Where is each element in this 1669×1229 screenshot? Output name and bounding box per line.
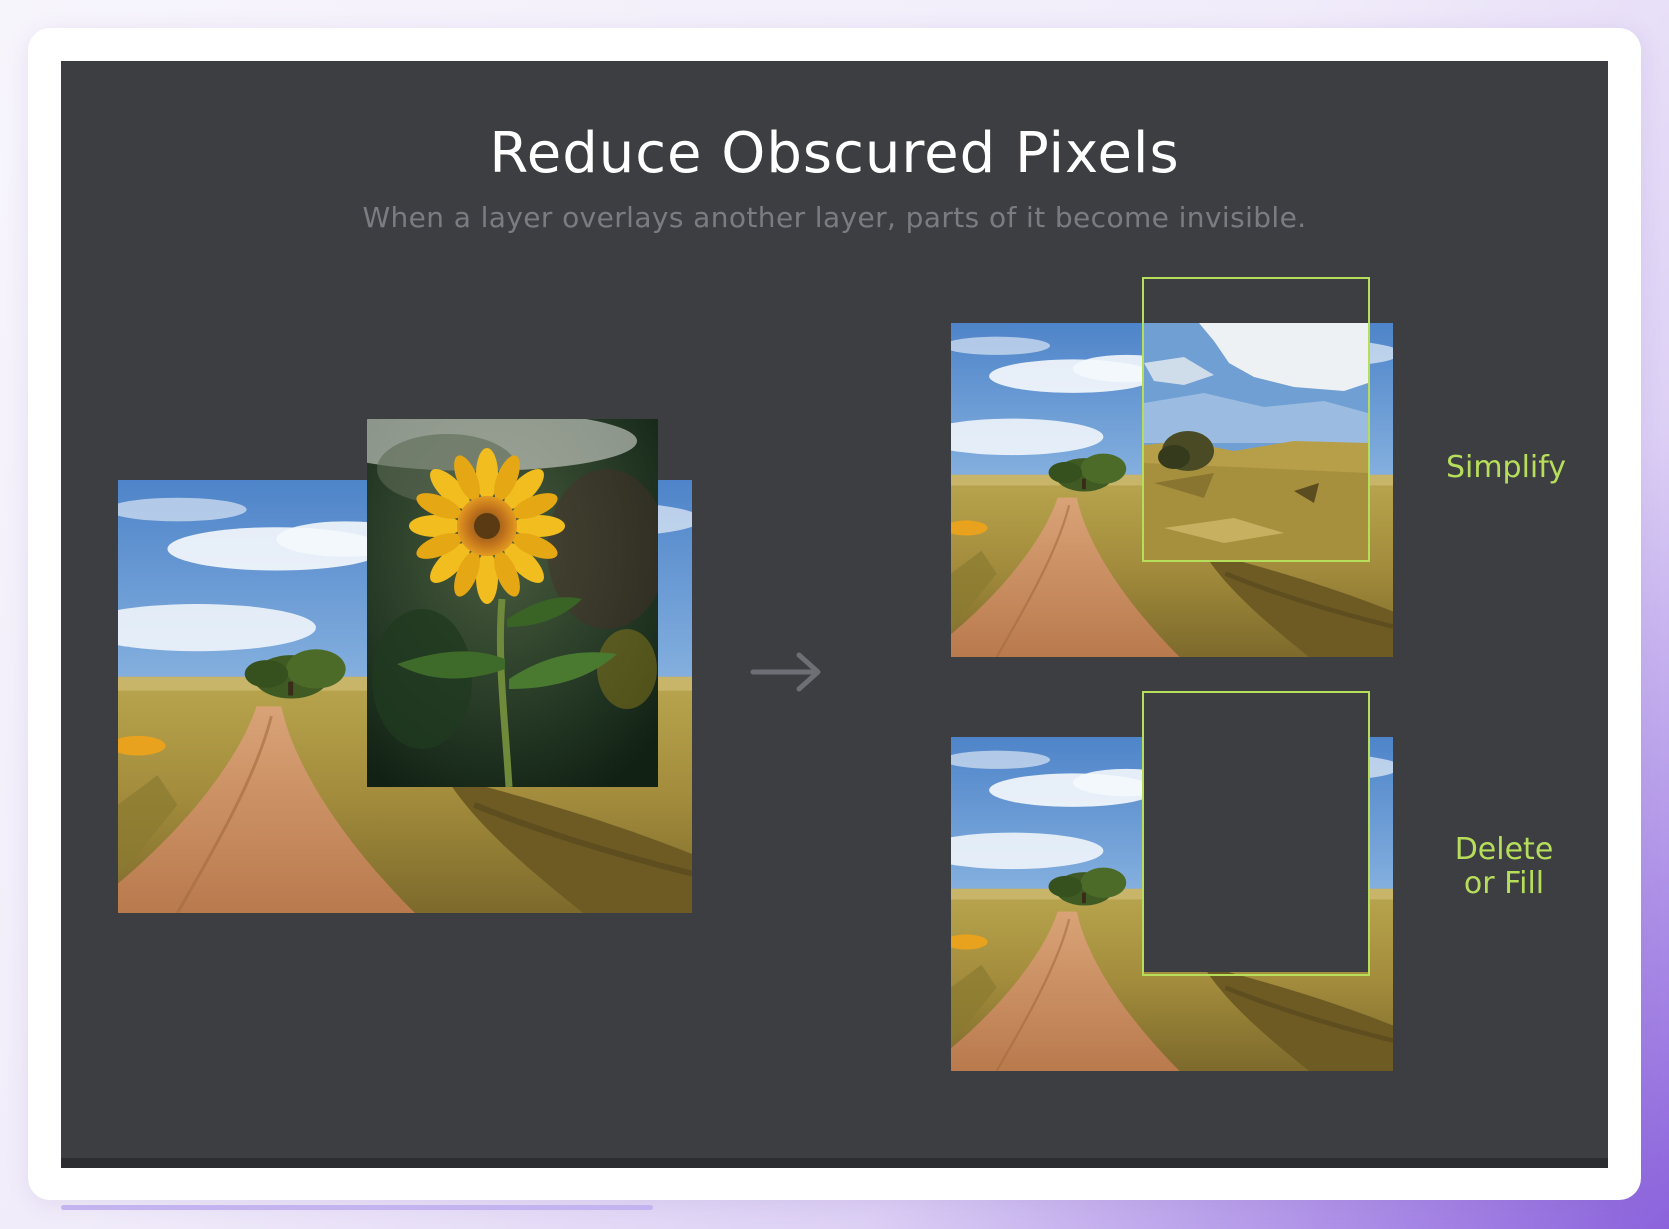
- arrow-right-icon: [750, 652, 821, 692]
- slide-subtitle: When a layer overlays another layer, par…: [362, 201, 1307, 234]
- delete-or-fill-line1: Delete: [1454, 832, 1554, 867]
- simplify-highlight-box: [1142, 277, 1370, 562]
- delete-or-fill-line2: or Fill: [1463, 866, 1545, 901]
- slide-canvas: Reduce Obscured Pixels When a layer over…: [61, 61, 1608, 1168]
- delete-fill-highlight-box: [1142, 691, 1370, 976]
- slide-bottom-strip: [61, 1158, 1608, 1168]
- simplify-label: Simplify: [1445, 450, 1567, 485]
- sunflower-overlay-photo: [367, 419, 658, 787]
- slide-title: Reduce Obscured Pixels: [489, 121, 1180, 186]
- progress-bar: [61, 1205, 653, 1210]
- delete-or-fill-label: Delete or Fill: [1439, 833, 1569, 901]
